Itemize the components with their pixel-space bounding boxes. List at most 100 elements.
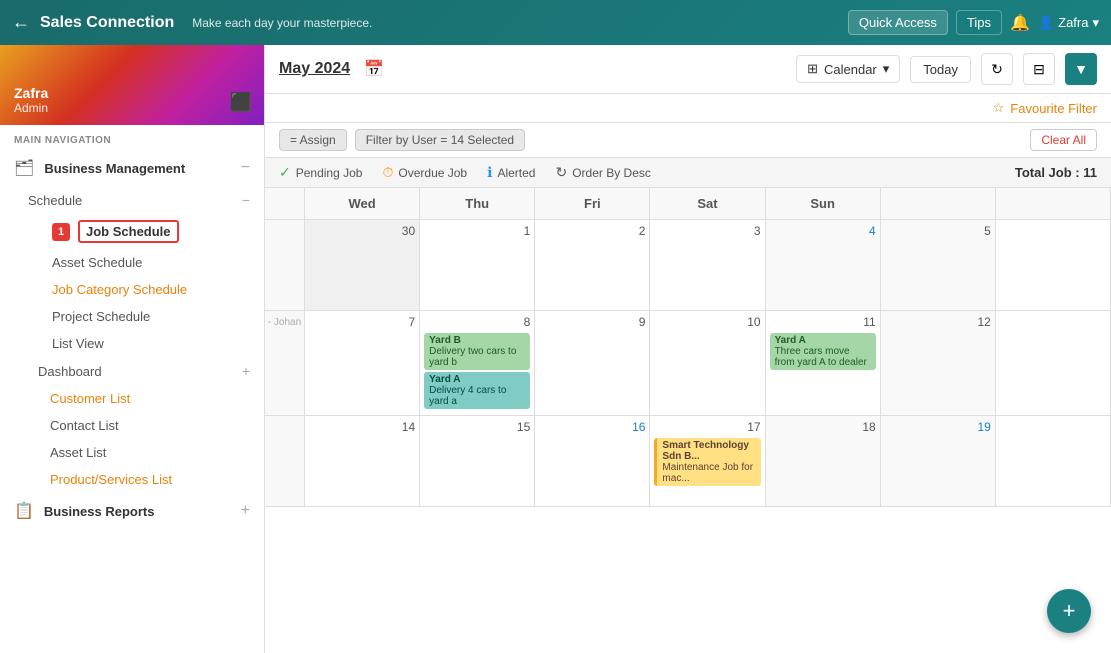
date-may14: 14 (309, 420, 415, 434)
calendar-toolbar: May 2024 📅 ⊞ Calendar ▾ Today ↻ ⊟ ▼ (265, 45, 1111, 94)
week-num-2: - Johan (265, 311, 305, 415)
refresh-button[interactable]: ↻ (981, 53, 1013, 85)
cal-cell-may3[interactable]: 3 (650, 220, 765, 310)
quick-access-button[interactable]: Quick Access (848, 10, 948, 35)
calendar-grid: Wed Thu Fri Sat Sun 30 1 (265, 188, 1111, 653)
calendar-row-2: - Johan 7 8 Yard B Delivery two cars to … (265, 311, 1111, 416)
week-col-header (265, 188, 305, 219)
cal-cell-may10[interactable]: 10 (650, 311, 765, 415)
date-may16: 16 (539, 420, 645, 434)
sidebar-item-business-reports[interactable]: 📋 Business Reports + (0, 493, 264, 529)
week-num-1 (265, 220, 305, 310)
add-fab-button[interactable]: + (1047, 589, 1091, 633)
fav-filter-label: Favourite Filter (1010, 101, 1097, 116)
customer-list-label: Customer List (50, 391, 130, 406)
main-layout: Zafra Admin ⬛ MAIN NAVIGATION 🗂 Business… (0, 45, 1111, 653)
dashboard-header[interactable]: Dashboard + (0, 357, 264, 385)
today-button[interactable]: Today (910, 56, 971, 83)
alerted-status: ℹ Alerted (487, 164, 535, 181)
schedule-subgroup: Schedule − 1 Job Schedule Asset Schedule… (0, 186, 264, 357)
event-yard-a-1[interactable]: Yard A Delivery 4 cars to yard a (424, 372, 530, 409)
total-job-label: Total Job : (1015, 165, 1080, 180)
pending-job-icon: ✓ (279, 164, 291, 181)
sidebar-user-name: Zafra (14, 85, 48, 101)
event-yard-a-1-title: Yard A (429, 374, 525, 385)
sidebar-item-asset-list[interactable]: Asset List (0, 439, 264, 466)
sidebar: Zafra Admin ⬛ MAIN NAVIGATION 🗂 Business… (0, 45, 265, 653)
calendar-row-3: 14 15 16 17 Smart Technology Sdn B... Ma… (265, 416, 1111, 507)
cal-cell-may16[interactable]: 16 (535, 416, 650, 506)
dashboard-expand-icon: + (242, 363, 250, 379)
cal-cell-may15[interactable]: 15 (420, 416, 535, 506)
briefcase-icon: 🗂 (14, 158, 34, 178)
date-may10: 10 (654, 315, 760, 329)
cal-cell-apr30[interactable]: 30 (305, 220, 420, 310)
sidebar-item-business-management[interactable]: 🗂 Business Management − (0, 150, 264, 186)
notification-icon[interactable]: 🔔 (1010, 13, 1030, 33)
order-by-desc-status: ↻ Order By Desc (555, 164, 650, 181)
sidebar-item-list-view[interactable]: List View (14, 330, 264, 357)
grid-view-button[interactable]: ⊟ (1023, 53, 1055, 85)
cal-cell-may17[interactable]: 17 Smart Technology Sdn B... Maintenance… (650, 416, 765, 506)
header-right: Quick Access Tips 🔔 👤 Zafra ▾ (848, 10, 1099, 35)
nav-section-label: MAIN NAVIGATION (0, 125, 264, 150)
cal-cell-may5[interactable]: 5 (881, 220, 996, 310)
cal-cell-may12[interactable]: 12 (881, 311, 996, 415)
sidebar-item-asset-schedule[interactable]: Asset Schedule (14, 249, 264, 276)
sidebar-item-job-category-schedule[interactable]: Job Category Schedule (14, 276, 264, 303)
cal-cell-may9[interactable]: 9 (535, 311, 650, 415)
cal-cell-may7[interactable]: 7 (305, 311, 420, 415)
schedule-label: Schedule (28, 193, 242, 208)
tips-button[interactable]: Tips (956, 10, 1002, 35)
date-may18: 18 (770, 420, 876, 434)
sidebar-item-job-schedule[interactable]: 1 Job Schedule (14, 214, 264, 249)
event-yard-b-title: Yard B (429, 335, 525, 346)
filter-tag-user[interactable]: Filter by User = 14 Selected (355, 129, 525, 151)
schedule-collapse-icon: − (242, 192, 250, 208)
cal-cell-may14[interactable]: 14 (305, 416, 420, 506)
cal-cell-may1[interactable]: 1 (420, 220, 535, 310)
favourite-filter-button[interactable]: ☆ Favourite Filter (993, 100, 1097, 116)
cal-cell-may4[interactable]: 4 (766, 220, 881, 310)
business-management-label: Business Management (44, 161, 240, 176)
total-job-count: Total Job : 11 (1015, 165, 1097, 180)
schedule-header[interactable]: Schedule − (14, 186, 264, 214)
sidebar-item-project-schedule[interactable]: Project Schedule (14, 303, 264, 330)
filter-button[interactable]: ▼ (1065, 53, 1097, 85)
top-header: ← Sales Connection Make each day your ma… (0, 0, 1111, 45)
clear-all-button[interactable]: Clear All (1030, 129, 1097, 151)
calendar-view-button[interactable]: ⊞ Calendar ▾ (796, 55, 900, 83)
calendar-title[interactable]: May 2024 (279, 60, 350, 78)
date-may5: 5 (885, 224, 991, 238)
cal-cell-may18[interactable]: 18 (766, 416, 881, 506)
date-may1: 1 (424, 224, 530, 238)
event-yard-a-1-desc: Delivery 4 cars to yard a (429, 385, 525, 407)
filter-tag-assign[interactable]: = Assign (279, 129, 347, 151)
contact-list-label: Contact List (50, 418, 119, 433)
back-icon[interactable]: ← (12, 12, 30, 33)
content-wrapper: May 2024 📅 ⊞ Calendar ▾ Today ↻ ⊟ ▼ ☆ Fa… (265, 45, 1111, 653)
sidebar-item-product-services-list[interactable]: Product/Services List (0, 466, 264, 493)
sidebar-item-customer-list[interactable]: Customer List (0, 385, 264, 412)
col-header-wed: Wed (305, 188, 420, 219)
cal-cell-may11[interactable]: 11 Yard A Three cars move from yard A to… (766, 311, 881, 415)
event-smart-tech-desc: Maintenance Job for mac... (662, 462, 755, 484)
event-smart-tech[interactable]: Smart Technology Sdn B... Maintenance Jo… (654, 438, 760, 486)
event-yard-a-2-desc: Three cars move from yard A to dealer (775, 346, 871, 368)
cal-cell-may19[interactable]: 19 (881, 416, 996, 506)
calendar-grid-icon: ⊞ (807, 61, 818, 77)
logout-icon[interactable]: ⬛ (230, 92, 252, 113)
user-menu-button[interactable]: 👤 Zafra ▾ (1038, 15, 1099, 31)
sidebar-user-header: Zafra Admin ⬛ (0, 45, 264, 125)
event-yard-b[interactable]: Yard B Delivery two cars to yard b (424, 333, 530, 370)
event-yard-a-2[interactable]: Yard A Three cars move from yard A to de… (770, 333, 876, 370)
event-yard-a-2-title: Yard A (775, 335, 871, 346)
collapse-icon: − (241, 159, 250, 177)
job-schedule-label: Job Schedule (78, 220, 179, 243)
job-category-schedule-label: Job Category Schedule (52, 282, 187, 297)
dashboard-label: Dashboard (38, 364, 242, 379)
sidebar-item-contact-list[interactable]: Contact List (0, 412, 264, 439)
calendar-date-picker-icon[interactable]: 📅 (360, 57, 388, 81)
cal-cell-may8[interactable]: 8 Yard B Delivery two cars to yard b Yar… (420, 311, 535, 415)
cal-cell-may2[interactable]: 2 (535, 220, 650, 310)
